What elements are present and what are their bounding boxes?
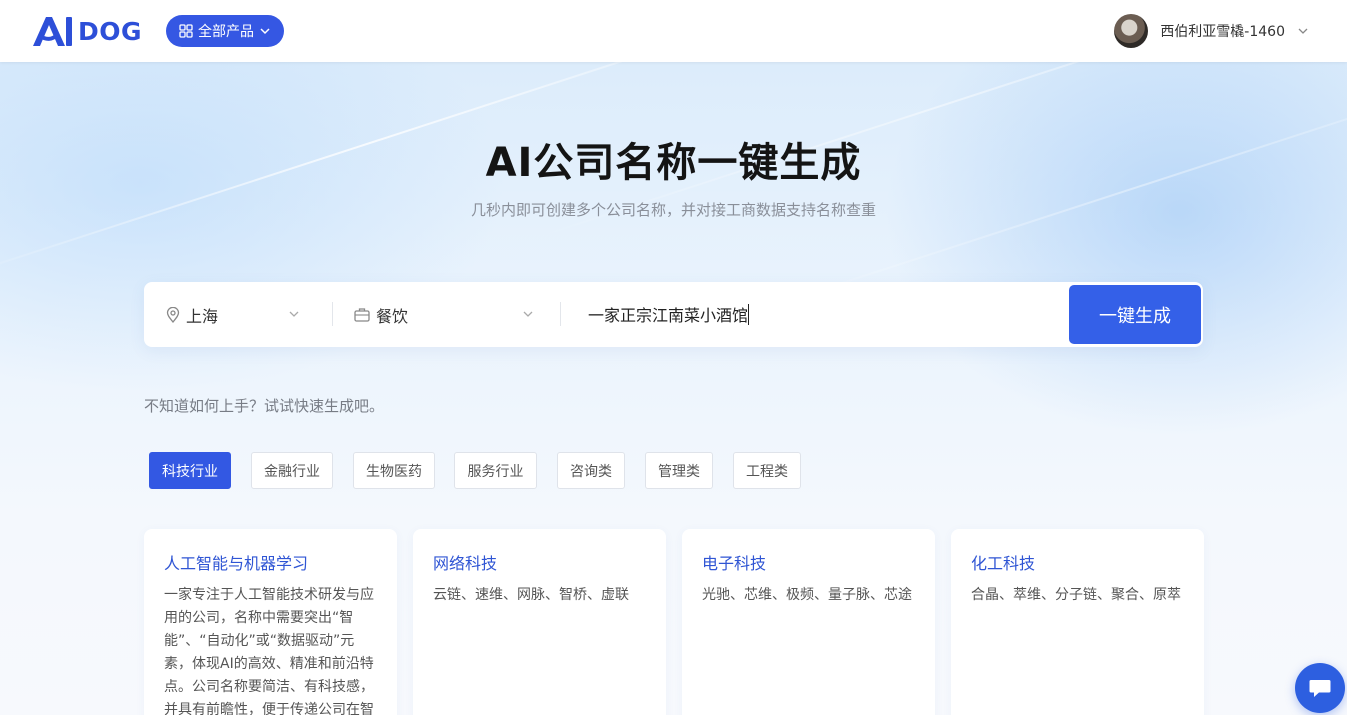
card-description: 光驰、芯维、极频、量子脉、芯途: [702, 587, 912, 603]
tab-management[interactable]: 管理类: [645, 452, 713, 489]
tab-tech[interactable]: 科技行业: [149, 452, 231, 489]
generator-form: 上海 餐饮 一键生成: [144, 282, 1203, 347]
aidog-logo[interactable]: DOG: [30, 14, 142, 48]
divider: [560, 302, 561, 326]
location-pin-icon: [166, 306, 180, 323]
card-title: 网络科技: [433, 554, 498, 573]
page-title: AI公司名称一键生成: [485, 140, 862, 186]
avatar[interactable]: [1114, 14, 1149, 48]
chevron-down-icon: [289, 311, 299, 317]
chevron-down-icon: [523, 311, 533, 317]
card-title: 电子科技: [702, 554, 767, 573]
briefcase-icon: [354, 308, 370, 322]
industry-value: 餐饮: [376, 306, 409, 326]
generate-button[interactable]: 一键生成: [1069, 285, 1201, 344]
all-products-button[interactable]: 全部产品: [166, 15, 284, 47]
chat-support-button[interactable]: [1295, 663, 1345, 713]
top-navigation-bar: DOG 全部产品 西伯利亚雪橇-1460: [0, 0, 1347, 62]
card-description: 一家专注于人工智能技术研发与应用的公司，名称中需要突出“智能”、“自动化”或“数…: [164, 587, 374, 715]
city-select[interactable]: 上海: [166, 282, 300, 347]
card-title: 人工智能与机器学习: [164, 554, 309, 573]
all-products-label: 全部产品: [198, 24, 254, 40]
business-description-input[interactable]: [574, 294, 1054, 334]
city-value: 上海: [186, 306, 219, 326]
user-menu[interactable]: 西伯利亚雪橇-1460: [1114, 14, 1309, 48]
quick-start-hint: 不知道如何上手？试试快速生成吧。: [144, 397, 385, 415]
tab-finance[interactable]: 金融行业: [251, 452, 333, 489]
tab-consulting[interactable]: 咨询类: [557, 452, 625, 489]
divider: [332, 302, 333, 326]
example-card[interactable]: 网络科技 云链、速维、网脉、智桥、虚联: [413, 529, 666, 715]
card-description: 云链、速维、网脉、智桥、虚联: [433, 587, 629, 603]
tab-services[interactable]: 服务行业: [454, 452, 537, 489]
tab-engineering[interactable]: 工程类: [733, 452, 801, 489]
card-description: 合晶、萃维、分子链、聚合、原萃: [971, 587, 1181, 603]
page-subtitle: 几秒内即可创建多个公司名称，并对接工商数据支持名称查重: [470, 201, 876, 219]
chat-bubble-icon: [1309, 680, 1331, 697]
chevron-down-icon: [260, 28, 270, 35]
industry-select[interactable]: 餐饮: [354, 282, 534, 347]
example-card[interactable]: 电子科技 光驰、芯维、极频、量子脉、芯途: [682, 529, 935, 715]
grid-icon: [179, 24, 193, 38]
text-caret: [748, 304, 749, 325]
logo-text: DOG: [78, 16, 143, 46]
chevron-down-icon: [1298, 28, 1308, 34]
tab-biomedicine[interactable]: 生物医药: [353, 452, 435, 489]
logo-mark-icon: [33, 17, 72, 46]
card-title: 化工科技: [971, 554, 1036, 573]
username: 西伯利亚雪橇-1460: [1160, 24, 1285, 40]
example-card[interactable]: 化工科技 合晶、萃维、分子链、聚合、原萃: [951, 529, 1204, 715]
example-card[interactable]: 人工智能与机器学习 一家专注于人工智能技术研发与应用的公司，名称中需要突出“智能…: [144, 529, 397, 715]
